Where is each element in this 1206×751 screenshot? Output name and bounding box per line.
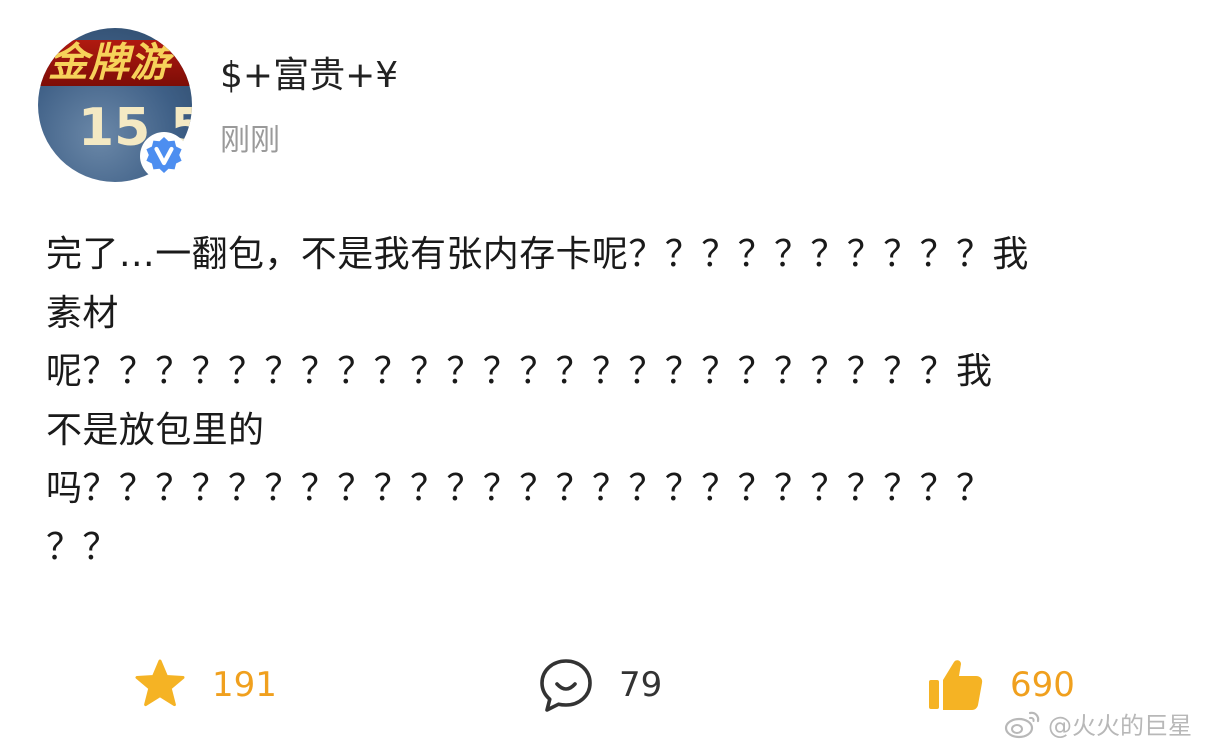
post-content-line: 呢？？？？？？？？？？？？？？？？？？？？？？？？我 [46, 351, 993, 392]
star-icon [135, 659, 185, 707]
post-content: 完了…一翻包，不是我有张内存卡呢？？？？？？？？？？我 素材 呢？？？？？？？？… [46, 226, 1146, 577]
comment-button[interactable]: 79 [537, 650, 662, 720]
verified-badge-icon [140, 132, 188, 180]
comment-bubble-icon [540, 659, 592, 712]
like-count: 690 [1010, 665, 1075, 705]
post-content-line: 吗？？？？？？？？？？？？？？？？？？？？？？？？？ [46, 468, 993, 509]
post-timestamp: 刚刚 [220, 123, 280, 158]
watermark: @火火的巨星 [1004, 706, 1192, 741]
favorite-button[interactable]: 191 [132, 650, 277, 720]
favorite-count: 191 [212, 665, 277, 705]
post-content-line: 完了…一翻包，不是我有张内存卡呢？？？？？？？？？？我 [46, 234, 1029, 275]
comment-count: 79 [619, 665, 663, 705]
avatar-banner: 金牌游 [38, 40, 192, 86]
watermark-text: @火火的巨星 [1048, 712, 1192, 740]
post-content-line: 素材 [46, 292, 119, 334]
author-name[interactable]: $+富贵+¥ [220, 54, 398, 98]
avatar-banner-text: 金牌游 [48, 40, 171, 86]
weibo-logo-icon [1004, 711, 1040, 738]
post-content-line: ？？ [46, 526, 119, 568]
post-content-line: 不是放包里的 [46, 409, 265, 451]
thumbs-up-icon [929, 660, 983, 710]
